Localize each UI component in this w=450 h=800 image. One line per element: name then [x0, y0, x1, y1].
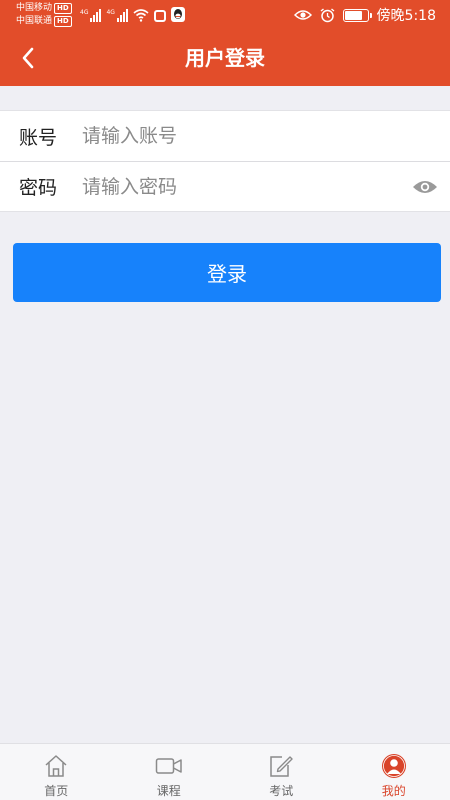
tab-home[interactable]: 首页 [0, 744, 113, 800]
account-row: 账号 [0, 111, 450, 161]
notification-app-icon [153, 10, 166, 22]
status-right: 傍晚5:18 [293, 5, 436, 25]
hd-badge: HD [54, 16, 72, 27]
signal-indicators: 4G 4G [80, 6, 185, 22]
network-type: 4G [80, 9, 89, 16]
signal-icon: 4G [80, 9, 102, 22]
tab-exams[interactable]: 考试 [225, 744, 338, 800]
home-icon [43, 753, 69, 779]
password-input[interactable] [82, 162, 400, 211]
user-icon [381, 753, 407, 779]
tab-label: 考试 [269, 784, 294, 798]
page-title: 用户登录 [185, 46, 265, 70]
signal-icon: 4G [106, 9, 128, 22]
password-label: 密码 [19, 177, 58, 199]
battery-icon [342, 8, 372, 22]
video-camera-icon [155, 753, 183, 779]
show-password-toggle[interactable] [400, 163, 450, 211]
header: 用户登录 [0, 30, 450, 86]
carrier-info: 中国移动 HD 中国联通 HD [16, 2, 72, 28]
bottom-tab-bar: 首页 课程 考试 我的 [0, 743, 450, 800]
wifi-icon [133, 9, 149, 22]
network-type: 4G [106, 9, 115, 16]
eye-icon [413, 180, 437, 193]
tab-courses[interactable]: 课程 [113, 744, 226, 800]
tab-label: 首页 [44, 784, 69, 798]
account-input[interactable] [82, 112, 450, 160]
alarm-icon [320, 7, 334, 22]
account-label: 账号 [19, 126, 58, 149]
battery-fill [344, 10, 362, 20]
password-row: 密码 [0, 161, 450, 211]
hd-badge: HD [54, 3, 72, 14]
status-time: 傍晚5:18 [376, 8, 436, 24]
carrier-1: 中国移动 [16, 3, 53, 13]
login-form: 账号 密码 [0, 110, 450, 212]
status-bar: 中国移动 HD 中国联通 HD 4G 4G 傍晚5:18 [0, 0, 450, 30]
qq-icon [170, 7, 185, 22]
tab-label: 我的 [381, 784, 406, 798]
tab-label: 课程 [156, 784, 181, 798]
login-button[interactable]: 登录 [13, 243, 441, 302]
edit-icon [268, 753, 294, 779]
carrier-2: 中国联通 [16, 16, 53, 26]
tab-mine[interactable]: 我的 [338, 744, 450, 800]
eye-comfort-icon [293, 10, 312, 20]
